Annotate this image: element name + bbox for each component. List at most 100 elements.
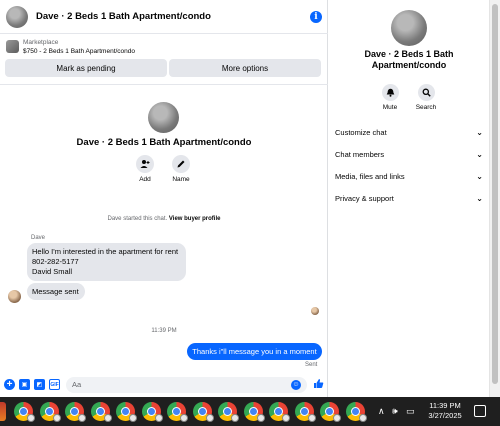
section-privacy-support[interactable]: Privacy & support ⌄	[335, 191, 483, 205]
chat-panel: Dave · 2 Beds 1 Bath Apartment/condo i M…	[0, 0, 328, 397]
chat-started-notice: Dave started this chat. View buyer profi…	[0, 216, 328, 222]
chrome-icon[interactable]	[320, 402, 341, 422]
contact-avatar[interactable]	[6, 5, 28, 28]
info-icon[interactable]: i	[310, 10, 322, 23]
conversation: Dave · 2 Beds 1 Bath Apartment/condo Add…	[0, 86, 328, 370]
chat-header: Dave · 2 Beds 1 Bath Apartment/condo i	[0, 0, 328, 34]
sender-avatar[interactable]	[8, 290, 21, 303]
profile-badge-icon	[103, 414, 112, 422]
section-label: Customize chat	[335, 127, 387, 137]
taskbar: ∧ 🕪 ▭ 11:39 PM 3/27/2025	[0, 397, 500, 426]
scrollbar[interactable]	[489, 0, 500, 397]
seen-avatar	[311, 307, 319, 315]
message-line: 802-282-5177	[32, 257, 79, 266]
profile-badge-icon	[78, 414, 86, 422]
chrome-icon[interactable]	[141, 402, 163, 422]
details-title-line: Apartment/condo	[371, 60, 447, 70]
sent-status: Sent	[305, 362, 318, 368]
clock-time: 11:39 PM	[429, 401, 461, 410]
chrome-icon[interactable]	[345, 402, 367, 422]
mute-label: Mute	[382, 104, 398, 111]
profile-badge-icon	[282, 414, 290, 422]
chrome-icon[interactable]	[294, 402, 316, 422]
section-customize-chat[interactable]: Customize chat ⌄	[335, 125, 483, 139]
details-avatar[interactable]	[391, 10, 427, 46]
profile-badge-icon	[358, 414, 367, 422]
profile-badge-icon	[129, 414, 137, 422]
outgoing-message[interactable]: Thanks i"ll message you in a moment	[187, 343, 322, 360]
section-label: Privacy & support	[335, 193, 394, 203]
chat-title[interactable]: Dave · 2 Beds 1 Bath Apartment/condo	[36, 11, 310, 22]
scrollbar-thumb[interactable]	[492, 4, 498, 384]
name-label: Name	[172, 176, 190, 183]
name-button[interactable]: Name	[163, 155, 199, 183]
message-input[interactable]	[72, 380, 291, 389]
chrome-icon[interactable]	[218, 402, 239, 422]
message-composer: + ▣ ◩ GIF ☺	[0, 372, 328, 397]
conversation-avatar[interactable]	[148, 102, 179, 133]
system-clock[interactable]: 11:39 PM 3/27/2025	[420, 401, 470, 421]
message-input-wrapper: ☺	[66, 376, 307, 393]
view-buyer-profile-link[interactable]: View buyer profile	[169, 216, 221, 222]
section-media-files-links[interactable]: Media, files and links ⌄	[335, 169, 483, 183]
chevron-up-icon[interactable]: ∧	[378, 397, 385, 426]
chat-details-panel: Dave · 2 Beds 1 Bath Apartment/condo Mut…	[329, 0, 489, 397]
add-label: Add	[139, 176, 151, 183]
section-label: Media, files and links	[335, 171, 405, 181]
chrome-icon[interactable]	[65, 402, 86, 422]
chrome-icon[interactable]	[192, 402, 214, 422]
clock-date: 3/27/2025	[428, 411, 462, 420]
mute-button[interactable]: Mute	[375, 84, 405, 111]
notification-icon[interactable]	[474, 405, 486, 417]
incoming-message[interactable]: Hello I'm interested in the apartment fo…	[27, 243, 186, 281]
marketplace-listing: Marketplace $750 - 2 Beds 1 Bath Apartme…	[0, 35, 328, 85]
section-label: Chat members	[335, 149, 385, 159]
search-label: Search	[415, 104, 437, 111]
incoming-message[interactable]: Message sent	[27, 283, 85, 300]
profile-badge-icon	[205, 414, 214, 422]
thumbs-up-icon[interactable]	[313, 378, 324, 392]
listing-thumbnail[interactable]	[6, 40, 19, 53]
chrome-icon[interactable]	[116, 402, 137, 422]
profile-badge-icon	[231, 414, 239, 422]
conversation-title: Dave · 2 Beds 1 Bath Apartment/condo	[76, 137, 252, 148]
mark-as-pending-button[interactable]: Mark as pending	[5, 59, 167, 77]
message-line: Hello I'm interested in the apartment fo…	[32, 247, 179, 256]
emoji-icon[interactable]: ☺	[291, 379, 301, 390]
profile-badge-icon	[307, 414, 316, 422]
listing-price-title[interactable]: $750 - 2 Beds 1 Bath Apartment/condo	[23, 48, 135, 55]
message-line: David Small	[32, 267, 73, 276]
network-icon[interactable]: ▭	[406, 397, 415, 426]
chrome-icon[interactable]	[243, 402, 265, 422]
chevron-down-icon: ⌄	[476, 193, 483, 203]
plus-icon[interactable]: +	[4, 379, 15, 390]
more-options-button[interactable]: More options	[169, 59, 321, 77]
gif-icon[interactable]: GIF	[49, 379, 60, 390]
chrome-icon[interactable]	[14, 402, 35, 422]
details-title: Dave · 2 Beds 1 Bath Apartment/condo	[329, 49, 489, 71]
profile-badge-icon	[256, 414, 265, 422]
section-chat-members[interactable]: Chat members ⌄	[335, 147, 483, 161]
details-title-line: Dave · 2 Beds 1 Bath	[364, 49, 454, 59]
add-button[interactable]: Add	[127, 155, 163, 183]
chrome-icon[interactable]	[269, 402, 290, 422]
chrome-icon[interactable]	[39, 402, 61, 422]
search-button[interactable]: Search	[411, 84, 441, 111]
sticker-icon[interactable]: ◩	[34, 379, 45, 390]
taskbar-app-icon[interactable]	[0, 402, 6, 421]
chrome-icon[interactable]	[167, 402, 188, 422]
bell-icon	[381, 84, 399, 101]
chevron-down-icon: ⌄	[476, 149, 483, 159]
chevron-down-icon: ⌄	[476, 171, 483, 181]
profile-badge-icon	[52, 414, 61, 422]
person-add-icon	[136, 155, 154, 173]
message-timestamp: 11:39 PM	[151, 328, 177, 334]
speaker-icon[interactable]: 🕪	[392, 397, 398, 426]
profile-badge-icon	[180, 414, 188, 422]
chrome-icon[interactable]	[90, 402, 112, 422]
pencil-icon	[172, 155, 190, 173]
image-icon[interactable]: ▣	[19, 379, 30, 390]
search-icon	[417, 84, 435, 101]
profile-badge-icon	[333, 414, 341, 422]
profile-badge-icon	[27, 414, 35, 422]
